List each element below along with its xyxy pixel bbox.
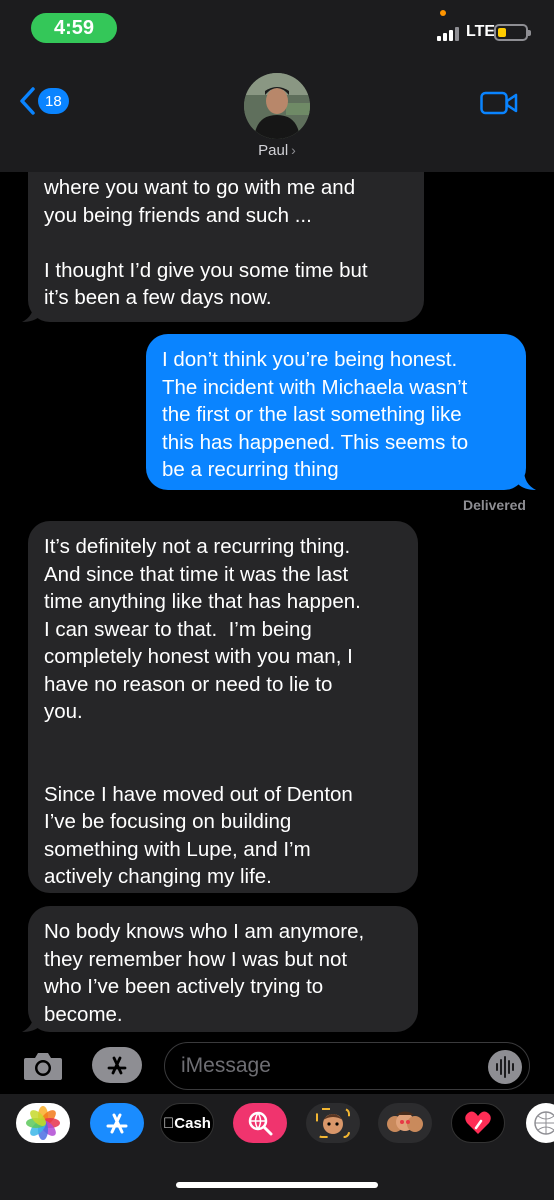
web-search-app-button[interactable] [233, 1103, 287, 1143]
photos-app-button[interactable] [16, 1103, 70, 1143]
more-apps-icon [534, 1111, 554, 1135]
bubble-tail [22, 1012, 40, 1032]
memoji-stickers-app-button[interactable] [378, 1103, 432, 1143]
bubble-tail [22, 302, 40, 322]
back-button[interactable]: 18 [18, 86, 69, 116]
waveform-icon [496, 1056, 514, 1078]
status-time[interactable]: 4:59 [31, 13, 117, 43]
apple-cash-icon: Cash [163, 1114, 211, 1132]
more-apps-button[interactable] [526, 1103, 554, 1143]
home-indicator[interactable] [176, 1182, 378, 1188]
digital-touch-app-button[interactable] [451, 1103, 505, 1143]
facetime-video-icon[interactable] [480, 91, 518, 115]
delivery-status: Delivered [462, 497, 526, 513]
message-input-container [164, 1042, 530, 1090]
message-bubble-received[interactable]: No body knows who I am anymore, they rem… [28, 906, 418, 1032]
contact-name: Paul [258, 142, 289, 159]
memoji-stickers-icon [387, 1111, 423, 1132]
network-type: LTE [466, 23, 496, 40]
mic-in-use-indicator [440, 10, 446, 16]
unread-count-badge: 18 [38, 88, 69, 114]
chevron-left-icon [20, 87, 35, 115]
digital-touch-icon [465, 1111, 491, 1134]
cellular-signal-icon [437, 27, 463, 41]
photos-icon [26, 1106, 60, 1140]
bubble-tail [518, 470, 536, 490]
contact-name-button[interactable]: Paul › [0, 142, 554, 159]
contact-avatar[interactable] [244, 73, 310, 139]
app-store-button[interactable] [92, 1047, 142, 1083]
animoji-icon [316, 1108, 350, 1138]
message-bubble-received[interactable]: It’s definitely not a recurring thing. A… [28, 521, 418, 893]
app-store-icon [107, 1056, 127, 1075]
chevron-right-icon: › [291, 142, 296, 158]
animoji-app-button[interactable] [306, 1103, 360, 1143]
audio-message-button[interactable] [488, 1050, 522, 1084]
message-bubble-received[interactable]: where you want to go with me and you bei… [28, 152, 424, 322]
app-store-app-button[interactable] [90, 1103, 144, 1143]
camera-icon[interactable] [22, 1050, 64, 1082]
apple-cash-app-button[interactable]: Cash [160, 1103, 214, 1143]
battery-icon [494, 24, 531, 41]
app-store-icon [106, 1113, 128, 1134]
compose-bar [0, 1038, 554, 1094]
web-search-icon [248, 1111, 273, 1136]
message-input[interactable] [181, 1051, 481, 1081]
message-bubble-sent[interactable]: I don’t think you’re being honest. The i… [146, 334, 526, 490]
conversation-header: 4:59 LTE 18 Paul › [0, 0, 554, 172]
